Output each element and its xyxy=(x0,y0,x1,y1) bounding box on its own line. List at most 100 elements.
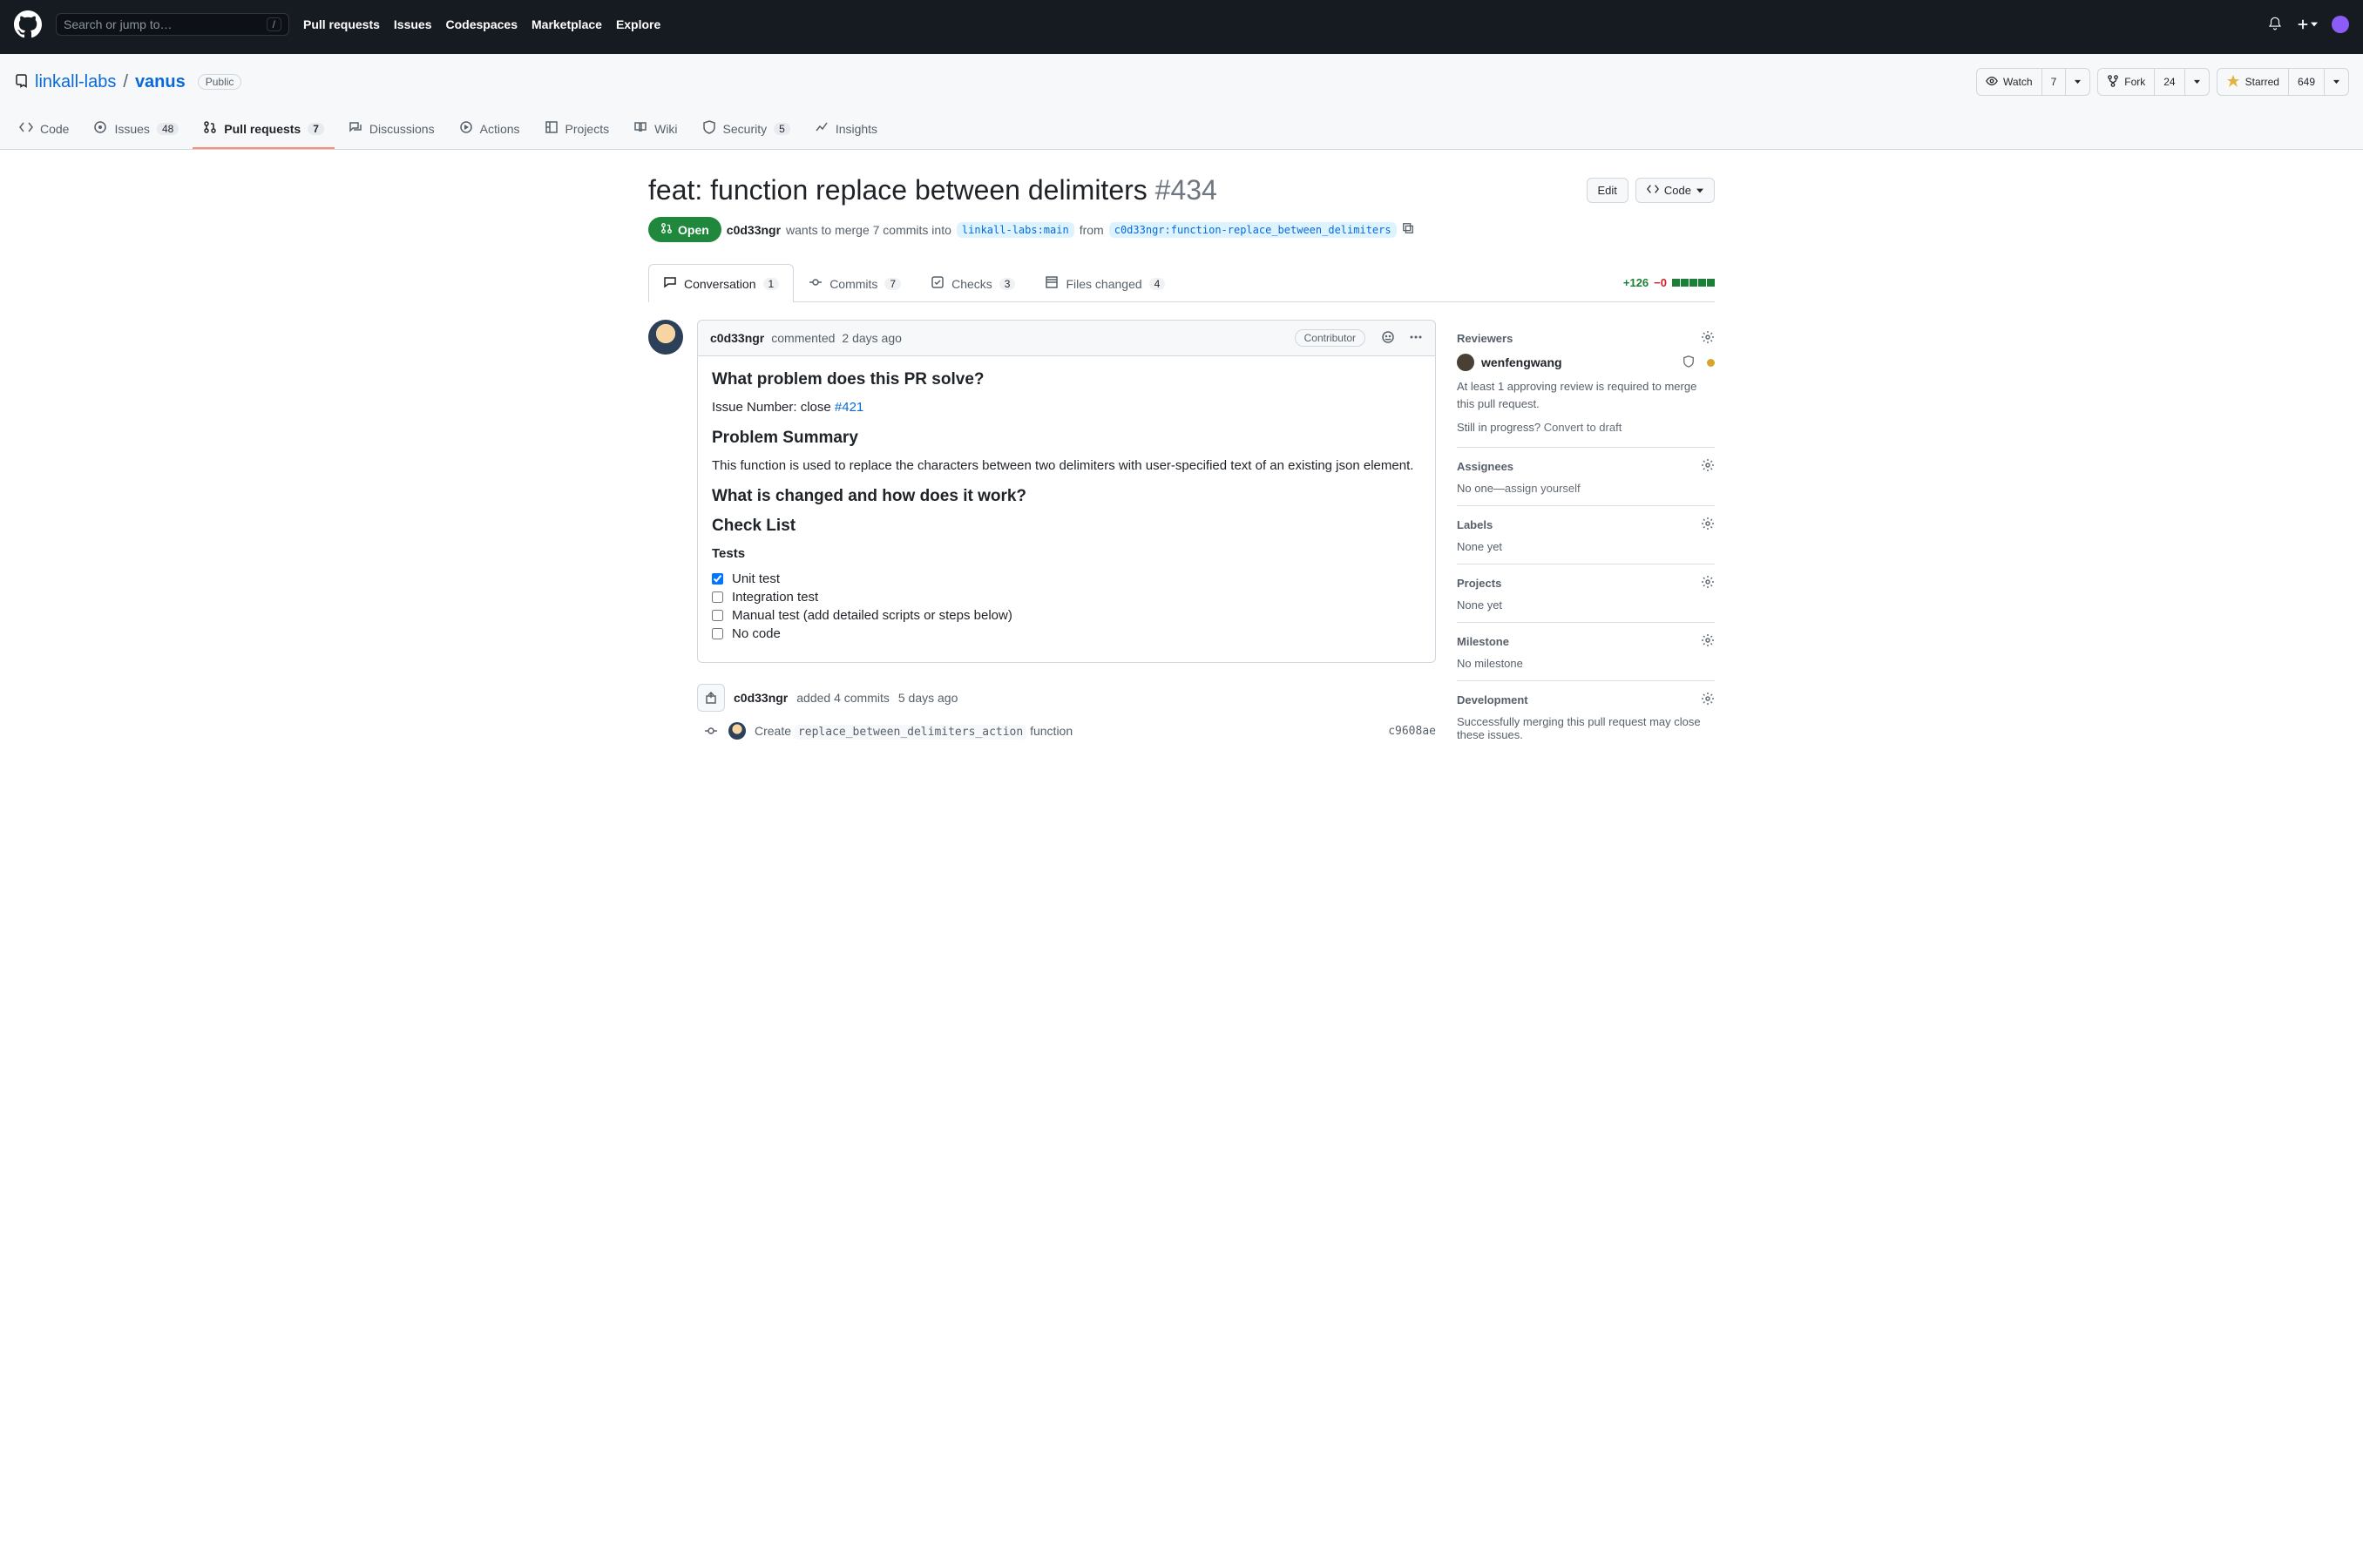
pr-author[interactable]: c0d33ngr xyxy=(727,223,781,237)
repo-slash: / xyxy=(123,72,128,92)
repo-name-link[interactable]: vanus xyxy=(135,72,186,92)
head-branch[interactable]: c0d33ngr:function-replace_between_delimi… xyxy=(1109,222,1397,238)
code-dropdown-button[interactable]: Code xyxy=(1635,178,1715,203)
subtab-commits[interactable]: Commits 7 xyxy=(794,264,916,302)
issue-link[interactable]: #421 xyxy=(835,400,863,415)
reviewer-name[interactable]: wenfengwang xyxy=(1481,355,1562,369)
nav-explore[interactable]: Explore xyxy=(616,17,660,31)
star-button[interactable]: Starred 649 xyxy=(2217,68,2349,96)
gear-icon[interactable] xyxy=(1701,692,1715,708)
nav-marketplace[interactable]: Marketplace xyxy=(532,17,602,31)
subtab-conversation[interactable]: Conversation 1 xyxy=(648,264,794,302)
side-assignees-title: Assignees xyxy=(1457,460,1513,473)
check-unit[interactable] xyxy=(712,573,723,585)
milestone-empty: No milestone xyxy=(1457,657,1715,670)
repo-owner-link[interactable]: linkall-labs xyxy=(35,72,116,92)
conversation-icon xyxy=(663,275,677,292)
pulls-count: 7 xyxy=(308,123,324,135)
summary-text: This function is used to replace the cha… xyxy=(712,458,1421,473)
watch-button[interactable]: Watch 7 xyxy=(1976,68,2090,96)
reviewer-avatar[interactable] xyxy=(1457,354,1474,371)
comment-box: c0d33ngr commented 2 days ago Contributo… xyxy=(697,320,1436,663)
create-new-dropdown[interactable] xyxy=(2297,18,2318,30)
reaction-icon[interactable] xyxy=(1381,330,1395,347)
tab-discussions[interactable]: Discussions xyxy=(338,112,445,149)
watch-caret[interactable] xyxy=(2065,69,2089,95)
tab-code[interactable]: Code xyxy=(9,112,79,149)
user-avatar[interactable] xyxy=(2332,16,2349,33)
tab-issues[interactable]: Issues48 xyxy=(83,112,189,149)
commits-icon xyxy=(809,275,823,292)
repo-icon xyxy=(14,74,28,91)
subtab-files[interactable]: Files changed 4 xyxy=(1030,264,1180,302)
comment-author[interactable]: c0d33ngr xyxy=(710,331,764,345)
security-count: 5 xyxy=(774,123,790,135)
fork-caret[interactable] xyxy=(2184,69,2209,95)
subtab-checks[interactable]: Checks 3 xyxy=(916,264,1030,302)
assign-yourself-link[interactable]: assign yourself xyxy=(1505,482,1581,495)
review-required-note: At least 1 approving review is required … xyxy=(1457,378,1715,412)
watch-count: 7 xyxy=(2041,69,2066,95)
nav-codespaces[interactable]: Codespaces xyxy=(446,17,518,31)
global-nav: Pull requests Issues Codespaces Marketpl… xyxy=(303,17,660,31)
role-badge: Contributor xyxy=(1295,329,1365,347)
pr-title: feat: function replace between delimiter… xyxy=(648,174,1217,206)
development-note: Successfully merging this pull request m… xyxy=(1457,715,1715,741)
check-integration[interactable] xyxy=(712,591,723,603)
commit-sha[interactable]: c9608ae xyxy=(1388,725,1436,738)
nav-pull-requests[interactable]: Pull requests xyxy=(303,17,380,31)
labels-empty: None yet xyxy=(1457,540,1715,553)
tab-insights[interactable]: Insights xyxy=(804,112,888,149)
projects-empty: None yet xyxy=(1457,598,1715,612)
gear-icon[interactable] xyxy=(1701,458,1715,475)
issues-count: 48 xyxy=(157,123,179,135)
actions-icon xyxy=(459,120,473,137)
author-avatar[interactable] xyxy=(648,320,683,355)
pr-number: #434 xyxy=(1155,174,1217,206)
side-projects-title: Projects xyxy=(1457,577,1501,590)
comment-timestamp[interactable]: 2 days ago xyxy=(842,331,902,345)
base-branch[interactable]: linkall-labs:main xyxy=(957,222,1074,238)
kebab-icon[interactable] xyxy=(1409,330,1423,347)
github-logo-icon[interactable] xyxy=(14,10,42,38)
side-labels-title: Labels xyxy=(1457,518,1493,531)
heading-changed: What is changed and how does it work? xyxy=(712,487,1421,506)
eye-icon xyxy=(1986,75,1998,90)
tests-subhead: Tests xyxy=(712,546,1421,561)
files-icon xyxy=(1045,275,1059,292)
tab-wiki[interactable]: Wiki xyxy=(623,112,687,149)
discussions-icon xyxy=(349,120,362,137)
timeline-event: c0d33ngr added 4 commits 5 days ago xyxy=(697,684,1436,712)
event-when[interactable]: 5 days ago xyxy=(898,691,958,705)
convert-draft-link[interactable]: Convert to draft xyxy=(1544,421,1622,434)
commit-row: Create replace_between_delimiters_action… xyxy=(697,722,1436,740)
edit-button[interactable]: Edit xyxy=(1587,178,1628,203)
star-caret[interactable] xyxy=(2324,69,2348,95)
gear-icon[interactable] xyxy=(1701,330,1715,347)
commit-title[interactable]: Create replace_between_delimiters_action… xyxy=(755,724,1073,739)
fork-button[interactable]: Fork 24 xyxy=(2097,68,2209,96)
insights-icon xyxy=(815,120,829,137)
notifications-icon[interactable] xyxy=(2267,16,2283,34)
tab-security[interactable]: Security5 xyxy=(692,112,801,149)
fork-icon xyxy=(2107,75,2119,90)
search-placeholder: Search or jump to… xyxy=(64,17,173,31)
star-count: 649 xyxy=(2288,69,2324,95)
event-author[interactable]: c0d33ngr xyxy=(734,691,788,705)
sidebar: Reviewers wenfengwang At least 1 approvi… xyxy=(1457,320,1715,752)
nav-issues[interactable]: Issues xyxy=(394,17,432,31)
tab-projects[interactable]: Projects xyxy=(534,112,620,149)
projects-icon xyxy=(545,120,559,137)
tab-pull-requests[interactable]: Pull requests7 xyxy=(193,112,335,149)
gear-icon[interactable] xyxy=(1701,633,1715,650)
copy-branch-icon[interactable] xyxy=(1402,222,1414,237)
gear-icon[interactable] xyxy=(1701,575,1715,591)
check-nocode[interactable] xyxy=(712,628,723,639)
global-search-input[interactable]: Search or jump to… / xyxy=(56,13,289,36)
check-manual[interactable] xyxy=(712,610,723,621)
tab-actions[interactable]: Actions xyxy=(449,112,531,149)
repo-header: linkall-labs / vanus Public Watch 7 Fork… xyxy=(0,54,2363,150)
code-icon xyxy=(1647,183,1659,198)
commit-author-avatar[interactable] xyxy=(728,722,746,740)
gear-icon[interactable] xyxy=(1701,517,1715,533)
